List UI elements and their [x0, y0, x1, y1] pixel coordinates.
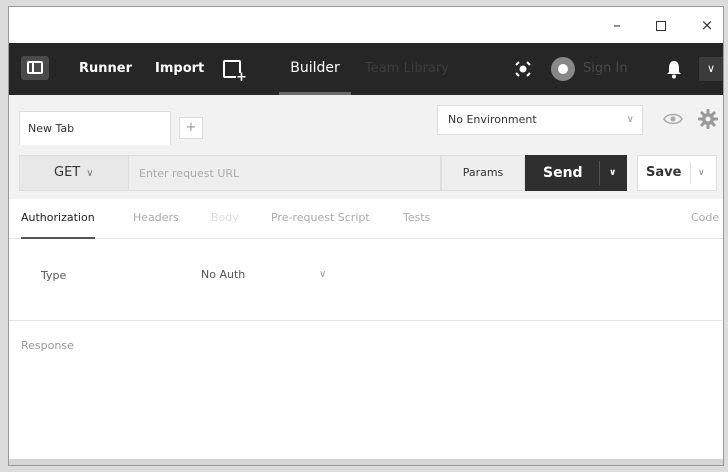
title-bar: – × [9, 7, 723, 43]
params-button[interactable]: Params [441, 155, 525, 191]
sign-in-link[interactable]: Sign In [583, 43, 628, 95]
bell-icon[interactable] [665, 59, 683, 79]
sidebar-toggle-button[interactable] [21, 56, 49, 80]
new-window-button[interactable]: + [223, 60, 247, 84]
tab-authorization[interactable]: Authorization [21, 199, 95, 239]
sync-icon[interactable] [513, 59, 533, 79]
auth-type-label: Type [41, 269, 67, 282]
request-subtabs: Authorization Headers Body Pre-request S… [9, 199, 723, 239]
request-tabs-bar: New Tab + No Environment ∨ [9, 95, 723, 147]
chevron-down-icon[interactable]: ∨ [699, 57, 723, 81]
environment-value: No Environment [448, 113, 537, 126]
tab-new-tab[interactable]: New Tab [19, 111, 171, 145]
authorization-panel: Type No Auth ∨ [9, 239, 723, 321]
save-options-icon[interactable]: ∨ [698, 156, 705, 190]
status-bar [9, 459, 723, 465]
chevron-down-icon: ∨ [319, 269, 327, 280]
tab-team-library[interactable]: Team Library [365, 43, 449, 95]
plus-icon: + [236, 70, 247, 85]
tab-pre-request-script[interactable]: Pre-request Script [271, 199, 370, 237]
eye-icon[interactable] [663, 112, 683, 126]
maximize-button[interactable] [649, 15, 673, 35]
tab-headers[interactable]: Headers [133, 199, 179, 237]
method-value: GET [54, 165, 81, 180]
auth-type-select[interactable]: No Auth ∨ [187, 259, 337, 291]
send-label: Send [543, 165, 583, 181]
close-button[interactable]: × [695, 15, 719, 35]
environment-select[interactable]: No Environment ∨ [437, 105, 643, 135]
request-url-bar: GET ∨ Params Send ∨ Save ∨ [9, 147, 723, 199]
auth-type-value: No Auth [201, 268, 246, 281]
app-window: – × Runner Import + Builder Team Library… [8, 6, 724, 466]
add-tab-button[interactable]: + [179, 117, 203, 139]
gear-icon[interactable] [697, 108, 719, 130]
save-button[interactable]: Save ∨ [637, 155, 717, 191]
url-input[interactable] [129, 155, 441, 191]
chevron-down-icon: ∨ [86, 168, 94, 179]
send-options-icon[interactable]: ∨ [609, 155, 616, 191]
main-toolbar: Runner Import + Builder Team Library Sig… [9, 43, 723, 95]
send-divider [599, 161, 600, 185]
sidebar-icon [27, 61, 43, 74]
tab-builder[interactable]: Builder [279, 43, 351, 95]
import-button[interactable]: Import [155, 43, 204, 95]
response-panel: Response [9, 321, 723, 465]
chevron-down-icon: ∨ [626, 114, 634, 125]
save-divider [690, 162, 691, 184]
tab-tests[interactable]: Tests [403, 199, 430, 237]
send-button[interactable]: Send ∨ [525, 155, 627, 191]
code-link[interactable]: Code [691, 199, 719, 237]
minimize-button[interactable]: – [605, 15, 629, 35]
tab-body[interactable]: Body [211, 199, 239, 237]
save-label: Save [646, 165, 682, 180]
method-select[interactable]: GET ∨ [19, 155, 129, 191]
response-label: Response [21, 339, 74, 352]
sync-status-icon[interactable] [551, 57, 575, 81]
runner-button[interactable]: Runner [79, 43, 132, 95]
maximize-icon [656, 20, 666, 31]
